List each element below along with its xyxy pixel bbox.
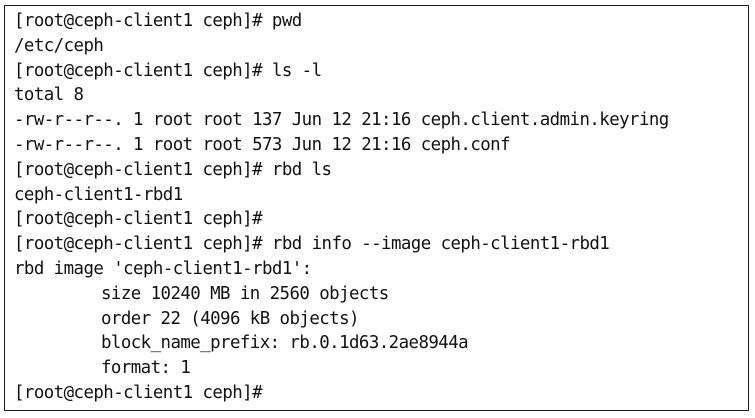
terminal-line-prompt-rbd-ls: [root@ceph-client1 ceph]# rbd ls (14, 159, 332, 180)
terminal-line-output-keyring-file: -rw-r--r--. 1 root root 137 Jun 12 21:16… (14, 110, 669, 131)
terminal-line-output-prefix: block_name_prefix: rb.0.1d63.2ae8944a (101, 333, 469, 354)
terminal-line-prompt-pwd: [root@ceph-client1 ceph]# pwd (14, 11, 302, 31)
terminal-line-output-path: /etc/ceph (14, 35, 104, 56)
terminal-line-output-size: size 10240 MB in 2560 objects (101, 283, 389, 304)
terminal-line-output-total: total 8 (14, 85, 84, 106)
terminal-line-output-image-name: ceph-client1-rbd1 (14, 184, 183, 205)
terminal-line-prompt-empty: [root@ceph-client1 ceph]# (14, 209, 263, 230)
terminal-line-prompt-final: [root@ceph-client1 ceph]# (14, 382, 263, 403)
terminal-line-output-format: format: 1 (101, 358, 191, 379)
terminal-line-output-image-header: rbd image 'ceph-client1-rbd1': (14, 258, 312, 279)
terminal-line-output-conf-file: -rw-r--r--. 1 root root 573 Jun 12 21:16… (14, 134, 511, 155)
terminal-line-output-order: order 22 (4096 kB objects) (101, 308, 359, 329)
terminal-window[interactable]: [root@ceph-client1 ceph]# pwd /etc/ceph … (4, 5, 749, 411)
terminal-line-prompt-rbd-info: [root@ceph-client1 ceph]# rbd info --ima… (14, 234, 610, 255)
terminal-line-prompt-ls: [root@ceph-client1 ceph]# ls -l (14, 60, 322, 81)
